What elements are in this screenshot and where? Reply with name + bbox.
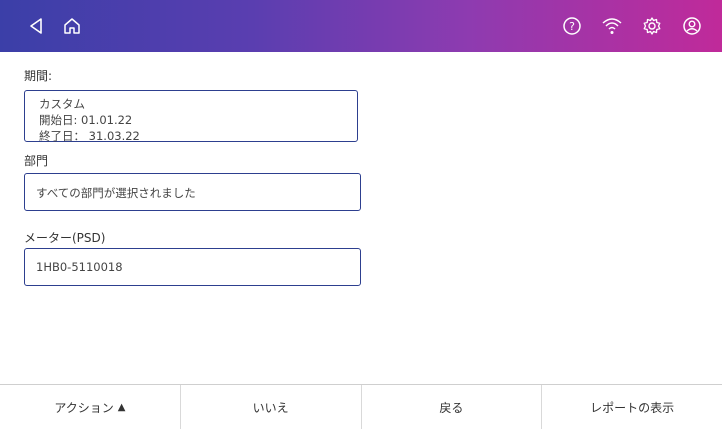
department-field[interactable]: すべての部門が選択されました <box>24 173 361 211</box>
no-label: いいえ <box>252 400 289 415</box>
account-icon[interactable] <box>678 12 706 40</box>
show-report-label: レポートの表示 <box>590 400 675 415</box>
back-label: 戻る <box>439 400 464 415</box>
period-field[interactable]: カスタム 開始日: 01.01.22 終了日： 31.03.22 <box>24 90 358 143</box>
home-icon[interactable] <box>58 12 86 40</box>
meter-field[interactable]: 1HB0-5110018 <box>24 248 361 286</box>
wifi-icon[interactable] <box>598 12 626 40</box>
action-button[interactable]: アクション ▲ <box>0 385 181 429</box>
back-button[interactable]: 戻る <box>362 385 543 429</box>
footer-bar: アクション ▲ いいえ 戻る レポートの表示 <box>0 384 722 429</box>
period-label: 期間: <box>24 69 53 83</box>
meter-value: 1HB0-5110018 <box>36 260 123 274</box>
show-report-button[interactable]: レポートの表示 <box>542 385 722 429</box>
period-type: カスタム <box>39 97 85 111</box>
back-icon[interactable] <box>22 12 50 40</box>
svg-text:?: ? <box>569 20 575 33</box>
period-start-date: 開始日: 01.01.22 <box>39 113 133 127</box>
action-label: アクション <box>54 400 114 415</box>
department-value: すべての部門が選択されました <box>36 186 196 200</box>
no-button[interactable]: いいえ <box>181 385 362 429</box>
settings-icon[interactable] <box>638 12 666 40</box>
triangle-up-icon: ▲ <box>117 401 126 413</box>
meter-label: メーター(PSD) <box>24 231 106 245</box>
help-icon[interactable]: ? <box>558 12 586 40</box>
top-bar: ? <box>0 0 722 52</box>
department-label: 部門 <box>24 154 49 168</box>
period-end-date: 終了日： 31.03.22 <box>39 129 140 143</box>
